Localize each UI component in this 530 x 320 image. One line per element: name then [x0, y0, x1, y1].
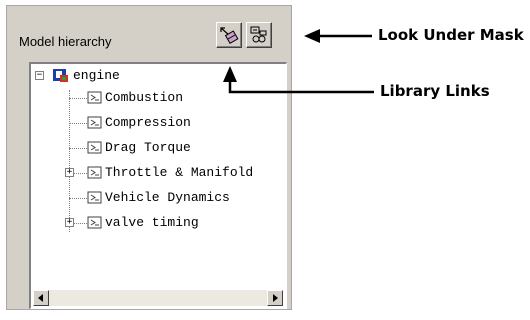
look-under-mask-callout: Look Under Mask	[378, 26, 524, 44]
callout-arrows	[223, 29, 374, 94]
library-links-callout: Library Links	[380, 82, 490, 100]
